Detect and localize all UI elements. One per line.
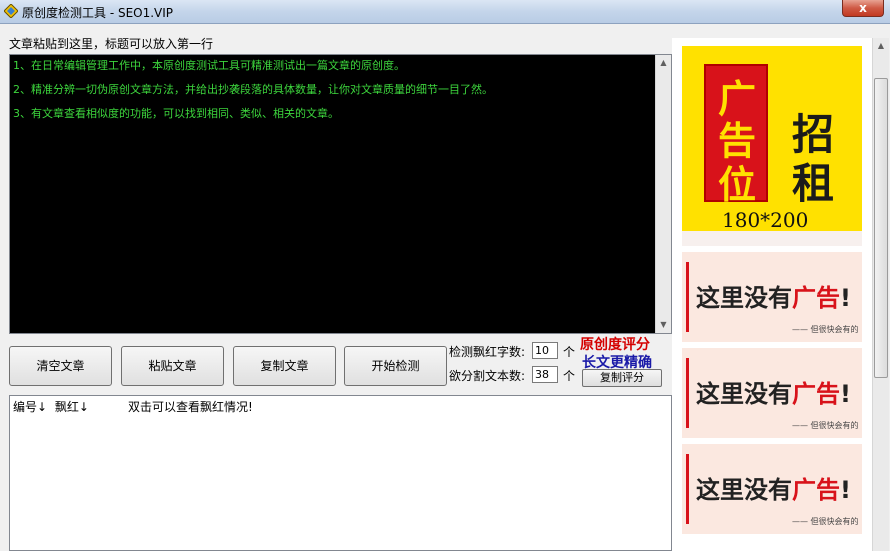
ad-banner-small[interactable]: 这里没有广告! —— 但很快会有的 bbox=[682, 252, 862, 342]
ad-size-label: 180*200 bbox=[722, 208, 809, 232]
column-header-id[interactable]: 编号↓ bbox=[13, 400, 47, 414]
ad-headline-text: 这里没有 bbox=[696, 476, 792, 504]
scroll-up-icon[interactable]: ▲ bbox=[873, 38, 889, 54]
close-icon: x bbox=[859, 1, 867, 15]
column-header-red[interactable]: 飘红↓ bbox=[55, 400, 89, 414]
ad-paper-decoration bbox=[682, 231, 862, 246]
copy-score-button[interactable]: 复制评分 bbox=[582, 369, 662, 387]
ad-headline: 这里没有广告! bbox=[696, 470, 851, 505]
article-line: 1、在日常编辑管理工作中，本原创度测试工具可精准测试出一篇文章的原创度。 bbox=[13, 59, 405, 72]
split-count-label: 欲分割文本数: bbox=[449, 369, 526, 383]
ad-headline: 这里没有广告! bbox=[696, 374, 851, 409]
split-count-input[interactable]: 38 bbox=[532, 366, 558, 383]
article-line: 2、精准分辨一切伪原创文章方法，并给出抄袭段落的具体数量，让你对文章质量的细节一… bbox=[13, 83, 493, 96]
ad-footer: —— 但很快会有的 bbox=[792, 325, 859, 334]
start-check-button[interactable]: 开始检测 bbox=[344, 346, 447, 386]
ad-headline-highlight: 广告 bbox=[792, 476, 840, 504]
ad-red-block: 广 告 位 bbox=[704, 64, 768, 207]
ad-headline-text: 这里没有 bbox=[696, 284, 792, 312]
ad-footer: —— 但很快会有的 bbox=[792, 421, 859, 430]
close-button[interactable]: x bbox=[842, 0, 884, 17]
app-diamond-icon bbox=[4, 4, 18, 18]
clear-article-button[interactable]: 清空文章 bbox=[9, 346, 112, 386]
score-title: 原创度评分 bbox=[580, 337, 650, 353]
ad-panel-scrollbar[interactable]: ▲ bbox=[872, 38, 889, 551]
ad-char: 租 bbox=[792, 159, 835, 208]
ad-char: 位 bbox=[718, 163, 757, 207]
ad-headline-text: 这里没有 bbox=[696, 380, 792, 408]
article-textarea[interactable]: 1、在日常编辑管理工作中，本原创度测试工具可精准测试出一篇文章的原创度。 2、精… bbox=[9, 54, 672, 334]
result-column-headers: 编号↓ 飘红↓ bbox=[13, 398, 89, 415]
ad-banner-small[interactable]: 这里没有广告! —— 但很快会有的 bbox=[682, 348, 862, 438]
ad-red-bar bbox=[686, 358, 689, 428]
paste-instruction-label: 文章粘贴到这里，标题可以放入第一行 bbox=[9, 37, 214, 51]
ad-headline-highlight: 广告 bbox=[792, 380, 840, 408]
article-line: 3、有文章查看相似度的功能，可以找到相同、类似、相关的文章。 bbox=[13, 107, 339, 120]
ad-footer: —— 但很快会有的 bbox=[792, 517, 859, 526]
scroll-up-icon[interactable]: ▲ bbox=[656, 55, 671, 71]
red-count-unit: 个 bbox=[563, 345, 576, 359]
ad-red-bar bbox=[686, 454, 689, 524]
double-click-hint: 双击可以查看飘红情况! bbox=[128, 400, 253, 414]
red-count-input[interactable]: 10 bbox=[532, 342, 558, 359]
window-title: 原创度检测工具 - SEO1.VIP bbox=[22, 6, 174, 20]
ad-headline-mark: ! bbox=[840, 476, 851, 504]
ad-headline-mark: ! bbox=[840, 284, 851, 312]
red-count-label: 检测飘红字数: bbox=[449, 345, 526, 359]
split-count-unit: 个 bbox=[563, 369, 576, 383]
ad-headline: 这里没有广告! bbox=[696, 278, 851, 313]
copy-article-button[interactable]: 复制文章 bbox=[233, 346, 336, 386]
scrollbar-thumb[interactable] bbox=[874, 78, 888, 378]
ad-headline-highlight: 广告 bbox=[792, 284, 840, 312]
ad-banner-small[interactable]: 这里没有广告! —— 但很快会有的 bbox=[682, 444, 862, 534]
scroll-down-icon[interactable]: ▼ bbox=[656, 317, 671, 333]
ad-panel: 广 告 位 招 租 180*200 这里没有广告! —— 但很快会有的 这里没有… bbox=[672, 38, 872, 551]
paste-article-button[interactable]: 粘贴文章 bbox=[121, 346, 224, 386]
title-bar: 原创度检测工具 - SEO1.VIP x bbox=[0, 0, 890, 24]
article-scrollbar[interactable]: ▲ ▼ bbox=[655, 55, 671, 333]
ad-red-bar bbox=[686, 262, 689, 332]
ad-banner-main[interactable]: 广 告 位 招 租 180*200 bbox=[682, 46, 862, 246]
ad-headline-mark: ! bbox=[840, 380, 851, 408]
result-list[interactable]: 编号↓ 飘红↓ 双击可以查看飘红情况! bbox=[9, 395, 672, 551]
